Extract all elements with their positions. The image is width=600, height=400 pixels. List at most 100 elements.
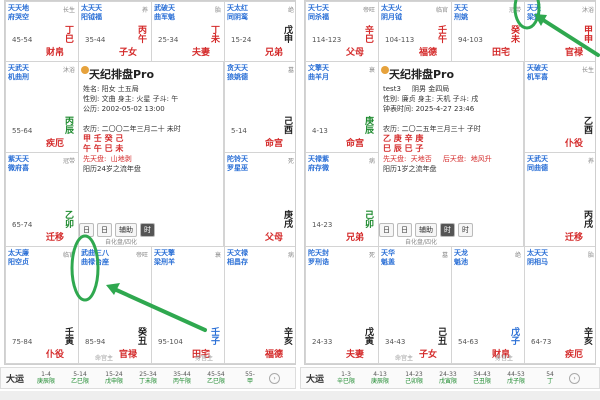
age-range: 35-44 [85,36,106,44]
palace-cell-福德[interactable]: 太天火 阴月钺 104-113 福德 壬午 临官 [378,1,452,62]
dayun-ganzhi: 甲 [247,378,254,385]
life-stage-label: 衰 [214,252,221,259]
age-range: 95-104 [158,338,183,346]
palace-cell-官禄[interactable]: 天天 梁魁 官禄 甲申 沐浴 [524,1,595,62]
chevron-right-icon[interactable]: › [569,372,581,384]
right-dayun-bar[interactable]: 大运 1-3 辛巳限 4-13 庚辰限 14-23 己卯限 24-33 戊寅限 34-43 己丑限 4… [300,367,600,389]
palace-cell-财帛[interactable]: 天龙 魁池 54-63 财帛 戊子绝 [451,246,525,364]
dayun-ganzhi: 庚辰限 [37,378,56,385]
ganzhi: 丙戌 [584,211,594,230]
palace-cell-疾厄[interactable]: 太天天 阴相马 64-73 疾厄 辛亥 胎 [524,246,595,364]
chart-summary: 农历: 二〇〇二年三月二十 未时甲 壬 癸 己午 午 巳 未先天盘: 山地剥 阳历… [83,124,181,174]
toolbar-button[interactable]: 时 [440,223,455,237]
bottom-label: 命宫主 [395,355,414,362]
palace-cell-子女[interactable]: 天华 魁盖 34-43 子女 己丑 墓 [378,246,452,364]
palace-cell-父母[interactable]: 天七天 同杀福 114-123 父母 辛巳 帝旺 [305,1,379,62]
chevron-right-icon[interactable]: › [269,372,281,384]
toolbar-button[interactable]: 日 [397,223,412,237]
palace-cell-官禄[interactable]: 武曲三八 曲禄台座 85-94 官禄 癸丑 帝旺 [78,246,152,364]
palace-cell-仆役[interactable]: 太天廉 阳空贞 75-84 仆役 壬寅 临官 [5,246,79,364]
palace-cell-命宫[interactable]: 文擎天 曲羊月 4-13 命宫 庚辰 衰 [305,61,379,153]
palace-name: 兄弟 [345,233,364,243]
star-list: 陀天封 罗刑诰 [308,249,329,266]
dayun-item[interactable]: 45-54 乙巳限 [199,371,233,385]
palace-cell-迁移[interactable]: 天武天 同曲德 迁移 丙戌 养 [524,152,595,247]
life-stage-label: 帝旺 [362,7,375,14]
dayun-age: 15-24 [105,371,123,378]
ganzhi: 丙午 [138,26,148,45]
palace-cell-兄弟[interactable]: 天太红 同阴鸾 15-24 兄弟 戊申 绝 [224,1,295,62]
dayun-age: 14-23 [405,371,423,378]
ganzhi: 壬午 [438,26,448,45]
dayun-item[interactable]: 34-43 己丑限 [465,371,499,385]
bottom-label: 身宫主 [195,355,214,362]
palace-cell-父母[interactable]: 陀铃天 罗星巫 父母 庚戌 死 [224,152,295,247]
toolbar-button[interactable]: 时 [458,223,473,237]
dayun-age: 25-34 [139,371,157,378]
life-stage-label: 衰 [368,67,375,74]
dayun-age: 34-43 [473,371,491,378]
summary-line: 阳历1岁之流年盘 [383,165,437,173]
dayun-item[interactable]: 54 丁 [533,371,567,385]
dayun-ganzhi: 丙午限 [173,378,192,385]
dayun-age: 35-44 [173,371,191,378]
dayun-ganzhi: 庚辰限 [371,378,390,385]
dayun-item[interactable]: 1-4 庚辰限 [29,371,63,385]
dayun-item[interactable]: 15-24 戊申限 [97,371,131,385]
dayun-item[interactable]: 4-13 庚辰限 [363,371,397,385]
palace-cell-疾厄[interactable]: 天武天 机曲刑 55-64 疾厄 丙辰 沐浴 [5,61,79,153]
palace-cell-命宫[interactable]: 贪天天 狼姚德 5-14 命宫 己酉 墓 [224,61,295,153]
palace-cell-仆役[interactable]: 天破天 机军喜 仆役 乙酉 长生 [524,61,595,153]
ganzhi: 庚辰 [365,117,375,136]
palace-cell-夫妻[interactable]: 陀天封 罗刑诰 24-33 夫妻 戊寅 死 [305,246,379,364]
palace-cell-田宅[interactable]: 天天 刑姚 94-103 田宅 癸未 冠带 [451,1,525,62]
toolbar-button[interactable]: 辅助 [415,223,437,237]
dayun-item[interactable]: 1-3 辛巳限 [329,371,363,385]
dayun-item[interactable]: 14-23 己卯限 [397,371,431,385]
age-range: 5-14 [231,127,247,135]
palace-name: 官禄 [118,350,137,360]
palace-cell-田宅[interactable]: 天天擎 梁刑羊 95-104 田宅 壬子衰 [151,246,225,364]
dayun-age: 4-13 [373,371,387,378]
ganzhi: 辛亥 [284,328,294,347]
palace-cell-兄弟[interactable]: 天禄紫 府存微 14-23 兄弟 己卯 病 [305,152,379,247]
toolbar-button[interactable]: 日 [379,223,394,237]
palace-name: 福德 [418,48,437,58]
ganzhi: 庚戌 [284,211,294,230]
life-stage-label: 沐浴 [581,7,594,14]
left-dayun-bar[interactable]: 大运 1-4 庚辰限 5-14 乙巳限 15-24 戊申限 25-34 丁未限 35-44 丙午限 4… [0,367,296,389]
dayun-item[interactable]: 5-14 乙巳限 [63,371,97,385]
palace-cell-福德[interactable]: 天文禄 相昌存 福德 辛亥 病 [224,246,295,364]
palace-cell-财帛[interactable]: 天天地 府哭空 45-54 财帛 丁巳 长生 [5,1,79,62]
app-logo-icon [381,66,389,74]
life-stage-label: 临官 [435,7,448,14]
ganzhi: 辛巳 [365,26,375,45]
palace-cell-子女[interactable]: 太天天 阳钺福 35-44 子女 丙午 养 [78,1,152,62]
summary-line: 午 午 巳 未 [83,144,124,153]
toolbar-hint: 自化盘/四化 [105,239,138,246]
toolbar-button[interactable]: 辅助 [115,223,137,237]
toolbar-button[interactable]: 日 [79,223,94,237]
life-stage-label: 冠带 [62,158,75,165]
life-stage-label: 冠带 [508,7,521,14]
age-range: 54-63 [458,338,479,346]
palace-cell-迁移[interactable]: 紫天天 微府喜 65-74 迁移 乙卯 冠带 [5,152,79,247]
toolbar-button[interactable]: 时 [140,223,155,237]
dayun-item[interactable]: 55- 甲 [233,371,267,385]
dayun-item[interactable]: 25-34 丁未限 [131,371,165,385]
ganzhi: 乙酉 [584,117,594,136]
palace-name: 夫妻 [191,48,210,58]
dayun-item[interactable]: 35-44 丙午限 [165,371,199,385]
right-chart-panel: 天七天 同杀福 114-123 父母 辛巳 帝旺 太天火 阴月钺 104-113 福德 壬午 临官… [304,0,596,365]
palace-name: 仆役 [564,139,583,149]
age-range: 55-64 [12,127,33,135]
age-range: 85-94 [85,338,106,346]
dayun-age: 1-4 [41,371,51,378]
dayun-item[interactable]: 24-33 戊寅限 [431,371,465,385]
life-stage-label: 长生 [581,67,594,74]
palace-cell-夫妻[interactable]: 武破天 曲军魁 25-34 夫妻 丁未 胎 [151,1,225,62]
bottom-label: 身宫主 [495,355,514,362]
toolbar-button[interactable]: 日 [97,223,112,237]
star-list: 武破天 曲军魁 [154,4,175,21]
dayun-item[interactable]: 44-53 戊子限 [499,371,533,385]
